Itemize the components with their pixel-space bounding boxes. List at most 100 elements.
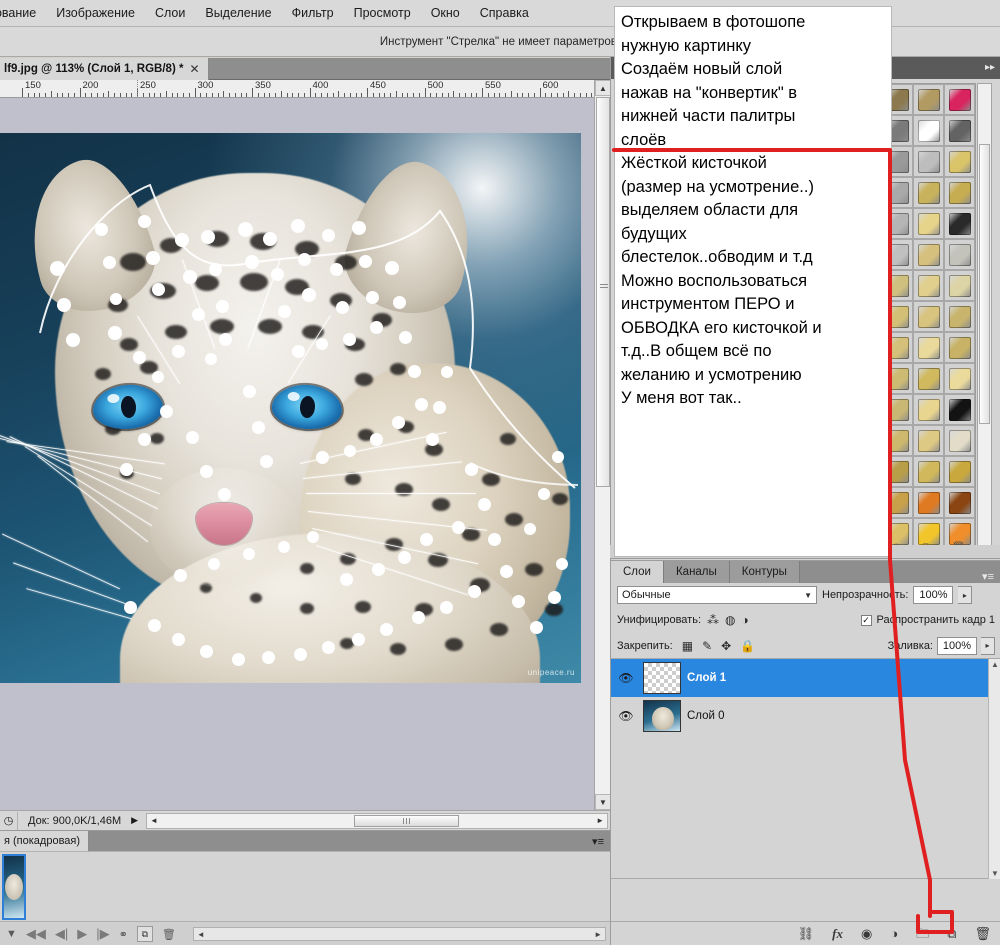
style-swatch[interactable]: [944, 115, 975, 146]
style-swatch[interactable]: [944, 270, 975, 301]
anim-scroll-right-icon[interactable]: ►: [594, 930, 602, 939]
canvas-horizontal-scrollbar[interactable]: ◄ ►: [146, 812, 608, 829]
close-icon[interactable]: ✕: [189, 62, 199, 76]
scroll-right-icon[interactable]: ►: [593, 816, 607, 825]
style-swatch[interactable]: [944, 425, 975, 456]
style-swatch[interactable]: [913, 115, 944, 146]
style-swatch[interactable]: [913, 146, 944, 177]
scrollbar-thumb[interactable]: [596, 97, 610, 487]
opacity-stepper-icon[interactable]: ▸: [958, 586, 973, 604]
menu-item-help[interactable]: Справка: [470, 3, 539, 23]
tween-icon[interactable]: ⚭: [119, 928, 128, 941]
menu-item-image[interactable]: Изображение: [46, 3, 145, 23]
layer-name[interactable]: Слой 0: [687, 710, 725, 722]
first-frame-icon[interactable]: ◀◀: [26, 926, 46, 942]
style-swatch[interactable]: [913, 270, 944, 301]
unify-visibility-icon[interactable]: ◍: [725, 614, 735, 626]
style-swatch[interactable]: [913, 301, 944, 332]
lock-all-icon[interactable]: 🔒: [740, 640, 755, 652]
opacity-input[interactable]: 100%: [913, 586, 954, 604]
style-swatch[interactable]: [944, 456, 975, 487]
table-row[interactable]: 👁 Слой 0: [611, 697, 1000, 735]
layer-list-scrollbar[interactable]: ▲ ▼: [988, 659, 1000, 879]
unify-style-icon[interactable]: ◑: [742, 614, 749, 626]
style-swatch[interactable]: [913, 456, 944, 487]
propagate-checkbox[interactable]: ✓: [860, 614, 872, 626]
hscrollbar-thumb[interactable]: [354, 814, 460, 827]
style-swatch[interactable]: [913, 425, 944, 456]
scroll-left-icon[interactable]: ◄: [147, 816, 161, 825]
tab-layers[interactable]: Слои: [611, 561, 664, 583]
style-swatch[interactable]: [944, 177, 975, 208]
blend-mode-select[interactable]: Обычные ▼: [617, 586, 817, 604]
next-frame-icon[interactable]: |▶: [96, 926, 109, 942]
style-swatch[interactable]: [913, 177, 944, 208]
style-swatch[interactable]: [944, 394, 975, 425]
animation-frames-area[interactable]: [0, 851, 610, 921]
animation-frame-1[interactable]: [2, 854, 26, 920]
adjustment-layer-button[interactable]: ◑: [890, 927, 898, 940]
fill-input[interactable]: 100%: [937, 636, 977, 655]
layer-name[interactable]: Слой 1: [687, 672, 726, 684]
document-canvas[interactable]: unipeace.ru: [0, 133, 581, 683]
delete-layer-button[interactable]: 🗑: [974, 927, 991, 940]
style-swatch[interactable]: [944, 332, 975, 363]
unify-position-icon[interactable]: ⁂: [707, 614, 719, 626]
lock-transparency-icon[interactable]: ▦: [682, 640, 693, 652]
layer-mask-button[interactable]: ◉: [861, 927, 872, 940]
menu-item-layers[interactable]: Слои: [145, 3, 195, 23]
layer-visibility-icon[interactable]: 👁: [615, 709, 637, 723]
style-swatch[interactable]: [944, 146, 975, 177]
chevron-down-icon[interactable]: ▼: [804, 591, 812, 600]
menu-item-edit[interactable]: рование: [0, 3, 46, 23]
layer-thumbnail[interactable]: [643, 662, 681, 694]
style-swatch[interactable]: [913, 332, 944, 363]
play-icon[interactable]: ▶: [77, 926, 87, 942]
menu-item-view[interactable]: Просмотр: [344, 3, 421, 23]
style-swatch[interactable]: [913, 208, 944, 239]
menu-item-filter[interactable]: Фильтр: [282, 3, 344, 23]
animation-horizontal-scrollbar[interactable]: ◄ ►: [192, 927, 606, 941]
new-layer-button[interactable]: ⧉: [947, 927, 956, 940]
style-swatch[interactable]: [944, 239, 975, 270]
styles-scrollbar-thumb[interactable]: [979, 144, 990, 424]
loop-dropdown-icon[interactable]: ▼: [6, 928, 17, 940]
lock-move-icon[interactable]: ✥: [721, 640, 731, 652]
style-swatch[interactable]: [944, 301, 975, 332]
style-swatch[interactable]: [913, 239, 944, 270]
styles-swatch-grid[interactable]: [881, 83, 976, 553]
style-swatch[interactable]: [944, 363, 975, 394]
panel-menu-icon[interactable]: ▾≡: [592, 835, 604, 848]
new-group-button[interactable]: 🗀: [916, 927, 929, 940]
tab-paths[interactable]: Контуры: [729, 561, 800, 583]
scroll-up-icon[interactable]: ▲: [595, 80, 611, 96]
canvas-area[interactable]: unipeace.ru: [0, 98, 594, 810]
layer-style-button[interactable]: fx: [832, 927, 843, 940]
document-tab[interactable]: lf9.jpg @ 113% (Слой 1, RGB/8) * ✕: [0, 58, 209, 80]
tab-channels[interactable]: Каналы: [663, 561, 730, 583]
menu-item-select[interactable]: Выделение: [195, 3, 281, 23]
fill-stepper-icon[interactable]: ▸: [981, 636, 995, 655]
style-swatch[interactable]: [913, 84, 944, 115]
scroll-down-icon[interactable]: ▼: [595, 794, 611, 810]
scroll-up-icon[interactable]: ▲: [991, 660, 999, 669]
style-swatch[interactable]: [944, 208, 975, 239]
canvas-vertical-scrollbar[interactable]: ▲ ▼: [594, 80, 611, 810]
lock-paint-icon[interactable]: ✎: [702, 640, 712, 652]
scroll-down-icon[interactable]: ▼: [991, 869, 999, 878]
style-swatch[interactable]: [944, 84, 975, 115]
style-swatch[interactable]: [944, 487, 975, 518]
layer-list[interactable]: 👁 Слой 1 👁 Слой 0 ▲ ▼: [611, 659, 1000, 879]
link-layers-button[interactable]: ⛓: [798, 927, 815, 940]
menu-item-window[interactable]: Окно: [421, 3, 470, 23]
collapse-icon[interactable]: ▸▸: [985, 62, 995, 73]
anim-scroll-left-icon[interactable]: ◄: [197, 930, 205, 939]
duplicate-frame-icon[interactable]: ⧉: [136, 926, 153, 942]
styles-vertical-scrollbar[interactable]: [977, 83, 992, 553]
tab-animation[interactable]: я (покадровая): [0, 831, 90, 851]
layer-visibility-icon[interactable]: 👁: [615, 671, 637, 685]
style-swatch[interactable]: [913, 487, 944, 518]
panel-menu-icon[interactable]: ▾≡: [975, 570, 1000, 583]
style-swatch[interactable]: [913, 363, 944, 394]
style-swatch[interactable]: [913, 394, 944, 425]
